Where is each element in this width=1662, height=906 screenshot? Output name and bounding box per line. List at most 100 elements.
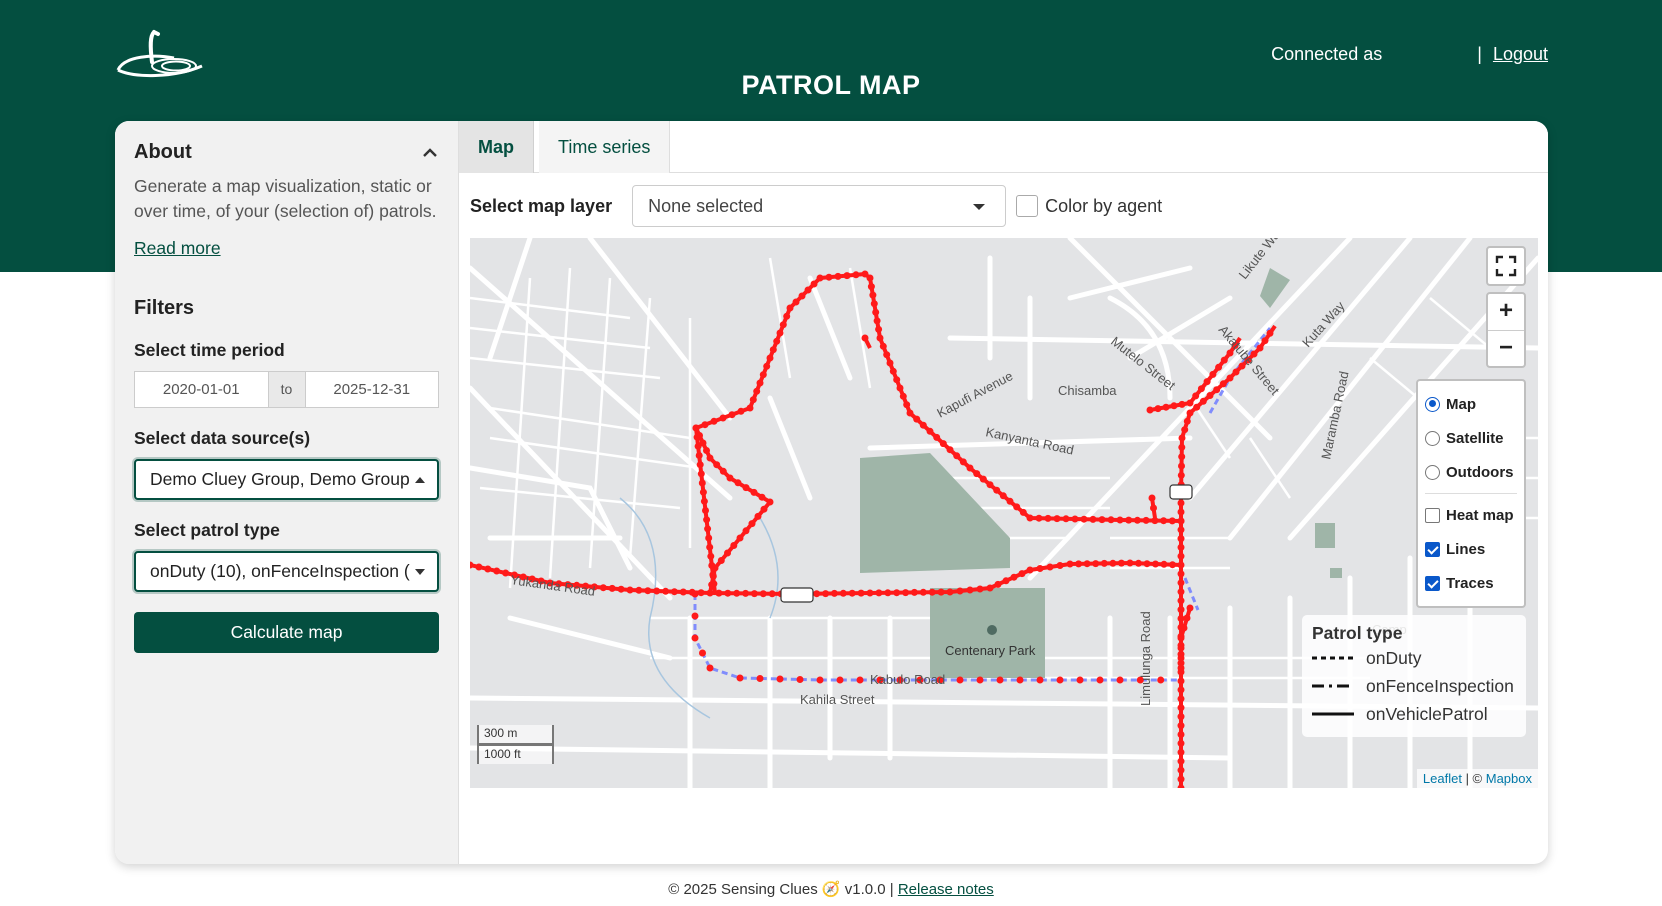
trace-point (749, 396, 757, 404)
trace-point (748, 520, 756, 528)
trace-point (1019, 508, 1027, 516)
color-by-agent-toggle[interactable]: Color by agent (1016, 195, 1162, 217)
calculate-map-button[interactable]: Calculate map (134, 612, 439, 653)
caret-down-icon (415, 569, 425, 575)
checkbox-checked[interactable] (1425, 541, 1440, 557)
radio-unselected[interactable] (1425, 430, 1440, 446)
map-canvas[interactable]: Chisamba Kapufi Avenue Kanyanta Road Mut… (470, 238, 1538, 788)
data-source-value: Demo Cluey Group, Demo Group (150, 469, 410, 489)
trace-point (1177, 588, 1185, 596)
tab-map[interactable]: Map (459, 121, 534, 173)
zoom-in-button[interactable]: + (1488, 294, 1524, 330)
trace-point (1177, 634, 1185, 642)
fullscreen-button[interactable] (1486, 246, 1526, 286)
base-layer-label: Map (1446, 395, 1476, 413)
checkbox-unchecked[interactable] (1425, 507, 1440, 523)
trace-point (728, 411, 736, 419)
legend-title: Patrol type (1312, 623, 1403, 643)
trace-point (839, 589, 847, 597)
trace-point (836, 676, 844, 684)
trace-point (1177, 713, 1185, 721)
trace-point (695, 452, 703, 459)
trace-point (848, 589, 856, 597)
leaflet-link[interactable]: Leaflet (1423, 771, 1462, 786)
trace-point (1075, 560, 1083, 568)
zoom-out-button[interactable]: − (1488, 330, 1524, 366)
release-notes-link[interactable]: Release notes (898, 881, 994, 898)
trace-point (546, 579, 554, 587)
color-by-agent-checkbox[interactable] (1016, 195, 1039, 217)
checkbox-checked[interactable] (1425, 575, 1440, 591)
base-layer-map[interactable]: Map (1425, 387, 1517, 421)
trace-point (635, 586, 643, 594)
caret-down-icon (973, 204, 986, 210)
trace-point (1177, 570, 1185, 578)
trace-point (1148, 494, 1156, 502)
logout-link[interactable]: Logout (1493, 44, 1548, 64)
trace-point (1098, 516, 1106, 524)
trace-point (766, 354, 774, 362)
trace-point (786, 590, 794, 598)
trace-point (1177, 535, 1185, 543)
map-layer-select[interactable]: None selected (632, 185, 1007, 227)
trace-point (1183, 614, 1191, 622)
date-to-input[interactable]: 2025-12-31 (306, 372, 439, 407)
overlay-lines[interactable]: Lines (1425, 532, 1517, 566)
trace-point (1151, 517, 1159, 525)
overlay-traces[interactable]: Traces (1425, 566, 1517, 600)
base-layer-outdoors[interactable]: Outdoors (1425, 455, 1517, 489)
trace-point (1109, 559, 1117, 567)
radio-unselected[interactable] (1425, 464, 1440, 480)
radio-selected[interactable] (1425, 396, 1440, 412)
trace-point (869, 291, 877, 299)
mapbox-link[interactable]: Mapbox (1486, 771, 1532, 786)
trace-point (726, 474, 734, 482)
trace-point (1006, 497, 1014, 505)
trace-point (1226, 349, 1234, 357)
solid-line-icon (1312, 712, 1354, 716)
trace-point (1080, 515, 1088, 523)
read-more-link[interactable]: Read more (134, 238, 439, 259)
about-header[interactable]: About (134, 141, 439, 164)
trace-point (706, 543, 714, 551)
trace-point (691, 634, 699, 642)
trace-point (1092, 560, 1100, 568)
trace-point (760, 505, 768, 513)
trace-point (1177, 606, 1185, 614)
data-source-select[interactable]: Demo Cluey Group, Demo Group (134, 459, 439, 500)
trace-point (903, 401, 911, 409)
trace-point (710, 580, 718, 588)
patrol-type-select[interactable]: onDuty (10), onFenceInspection ( (134, 551, 439, 592)
trace-point (856, 676, 864, 684)
trace-point (1117, 559, 1125, 567)
date-from-input[interactable]: 2020-01-01 (135, 372, 268, 407)
trace-point (919, 588, 927, 596)
trace-point (702, 507, 709, 514)
trace-point (1177, 543, 1185, 551)
zoom-control: + − (1486, 292, 1526, 368)
chevron-up-icon[interactable] (421, 144, 439, 162)
trace-point (1177, 499, 1185, 507)
trace-point (936, 676, 944, 684)
legend-label: onDuty (1366, 647, 1422, 668)
tab-time-series[interactable]: Time series (539, 121, 671, 173)
trace-point (724, 589, 732, 597)
trace-point (896, 676, 904, 684)
trace-point (1107, 516, 1115, 524)
trace-point (1046, 563, 1054, 571)
trace-point (519, 573, 527, 581)
trace-point (884, 589, 892, 597)
overlay-heat-map[interactable]: Heat map (1425, 498, 1517, 532)
trace-point (1146, 406, 1154, 414)
trace-point (706, 664, 714, 672)
trace-point (1125, 516, 1133, 524)
trace-point (582, 582, 590, 590)
trace-point (564, 581, 572, 589)
trace-point (1044, 514, 1052, 522)
trace-point (692, 424, 700, 432)
base-layer-satellite[interactable]: Satellite (1425, 421, 1517, 455)
trace-point (1178, 400, 1186, 408)
trace-point (1177, 722, 1185, 730)
trace-point (736, 674, 744, 682)
trace-point (796, 676, 804, 683)
